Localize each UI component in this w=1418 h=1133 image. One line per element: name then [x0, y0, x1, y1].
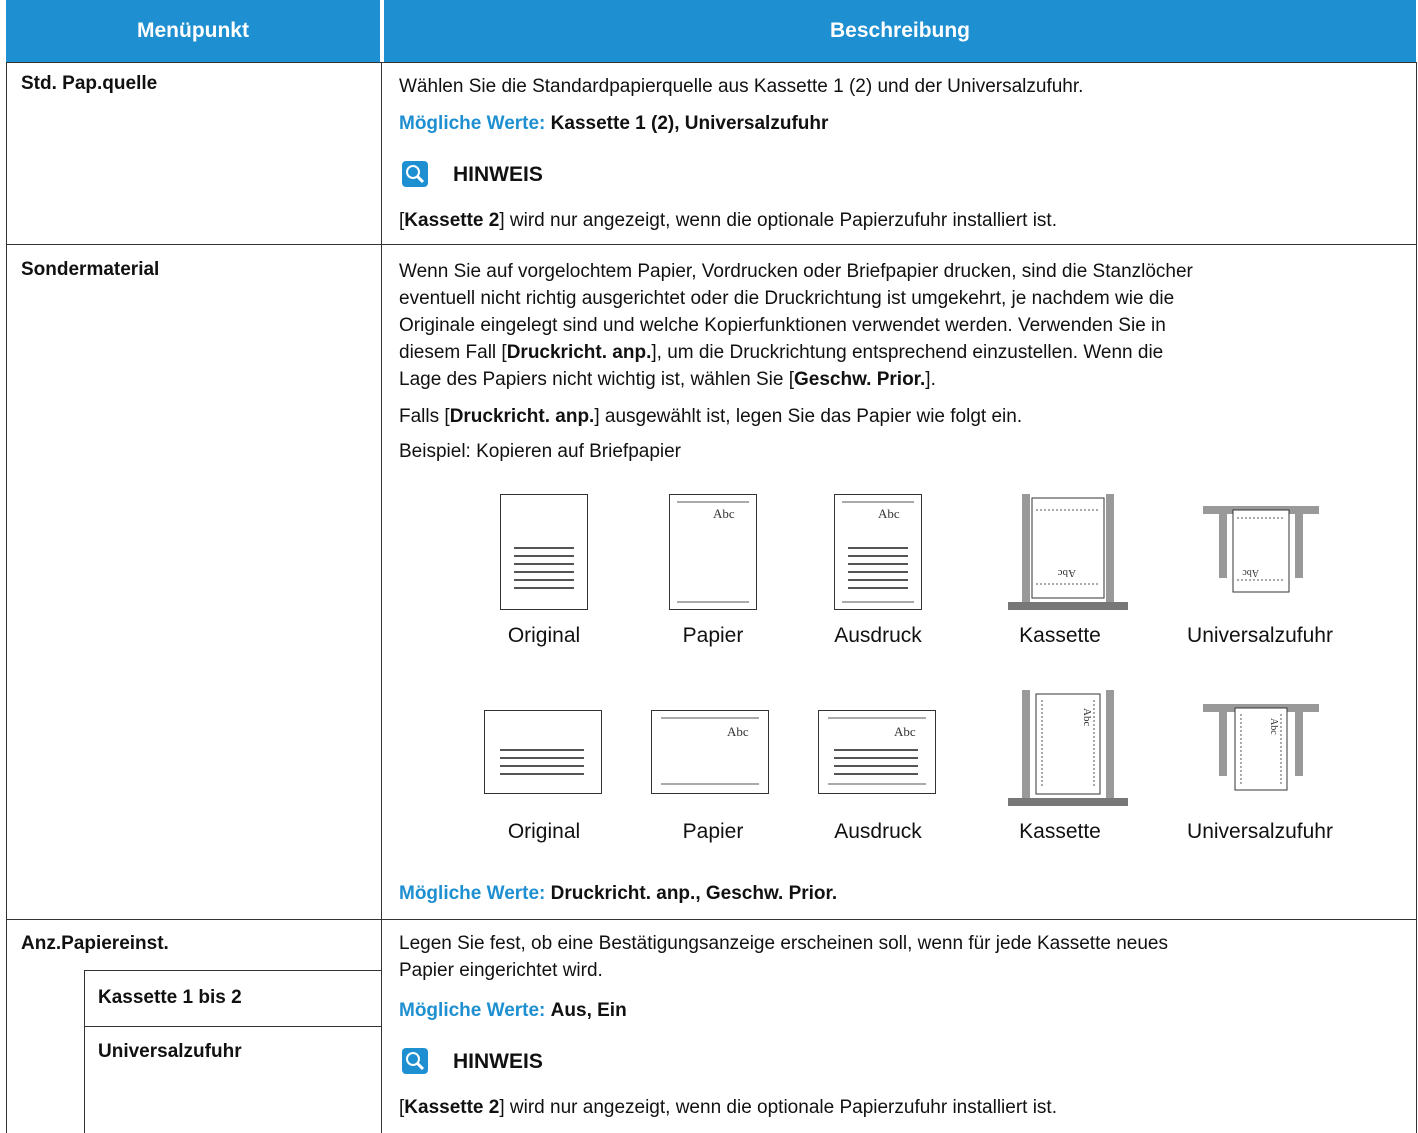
menu-item-sondermaterial: Sondermaterial — [21, 259, 160, 280]
column-divider — [381, 62, 382, 1133]
note-title: HINWEIS — [453, 1050, 543, 1073]
mp-tray-portrait-figure: Abc — [1203, 506, 1319, 593]
description-line: Originale eingelegt sind und welche Kopi… — [399, 315, 1166, 336]
caption-kassette: Kassette — [1019, 624, 1101, 647]
cassette-landscape-figure: Abc — [1008, 690, 1128, 806]
values-text: Kassette 1 (2), Universalzufuhr — [550, 113, 829, 134]
caption-kassette: Kassette — [1019, 820, 1101, 843]
description-line: Legen Sie fest, ob eine Bestätigungsanze… — [399, 933, 1168, 954]
note-text: [Kassette 2] wird nur angezeigt, wenn di… — [399, 1097, 1057, 1118]
description-line: Lage des Papiers nicht wichtig ist, wähl… — [399, 369, 936, 390]
menu-item-std-pap-quelle: Std. Pap.quelle — [21, 73, 158, 94]
border-right — [1416, 62, 1417, 1133]
header-description: Beschreibung — [384, 0, 1416, 62]
caption-universalzufuhr: Universalzufuhr — [1187, 820, 1333, 843]
printout-landscape-figure: Abc — [818, 710, 936, 794]
printout-portrait-figure: Abc — [834, 494, 922, 610]
svg-text:Abc: Abc — [1081, 708, 1093, 726]
paper-portrait-figure: Abc — [669, 494, 757, 610]
svg-text:Abc: Abc — [878, 506, 900, 521]
example-caption: Beispiel: Kopieren auf Briefpapier — [399, 441, 682, 462]
description-line: Falls [Druckricht. anp.] ausgewählt ist,… — [399, 406, 1023, 427]
paper-landscape-figure: Abc — [651, 710, 769, 794]
caption-ausdruck: Ausdruck — [834, 624, 922, 647]
sub-row-divider — [84, 970, 381, 971]
original-portrait-figure — [500, 494, 588, 610]
note-text: [Kassette 2] wird nur angezeigt, wenn di… — [399, 210, 1057, 231]
row-divider — [6, 244, 1417, 245]
svg-text:Abc: Abc — [894, 724, 916, 739]
border-left — [6, 62, 7, 1133]
caption-universalzufuhr: Universalzufuhr — [1187, 624, 1333, 647]
menu-item-anz-papiereinst: Anz.Papiereinst. — [21, 933, 169, 954]
possible-values: Mögliche Werte: Druckricht. anp., Geschw… — [399, 880, 837, 907]
svg-text:Abc: Abc — [1058, 567, 1076, 579]
submenu-kassette-1-bis-2: Kassette 1 bis 2 — [98, 987, 242, 1008]
values-label: Mögliche Werte: — [399, 113, 546, 134]
row-divider — [6, 919, 1417, 920]
note-icon — [402, 1048, 428, 1074]
description-line: Wenn Sie auf vorgelochtem Papier, Vordru… — [399, 261, 1193, 282]
submenu-universalzufuhr: Universalzufuhr — [98, 1041, 242, 1062]
sub-row-divider — [84, 1026, 381, 1027]
svg-text:Abc: Abc — [1268, 718, 1279, 735]
values-label: Mögliche Werte: — [399, 1000, 546, 1021]
description-line: diesem Fall [Druckricht. anp.], um die D… — [399, 342, 1164, 363]
note-icon — [402, 161, 428, 187]
abc-mark: Abc — [713, 506, 735, 521]
description-line: eventuell nicht richtig ausgerichtet ode… — [399, 288, 1175, 309]
header-menu: Menüpunkt — [6, 0, 380, 62]
svg-text:Abc: Abc — [1242, 567, 1259, 578]
description-line: Papier eingerichtet wird. — [399, 960, 603, 981]
values-text: Aus, Ein — [550, 1000, 627, 1021]
caption-ausdruck: Ausdruck — [834, 820, 922, 843]
original-landscape-figure — [484, 710, 602, 794]
mp-tray-landscape-figure: Abc — [1203, 704, 1319, 791]
svg-text:Abc: Abc — [727, 724, 749, 739]
description-text: Wählen Sie die Standardpapierquelle aus … — [399, 76, 1084, 97]
note-title: HINWEIS — [453, 163, 543, 186]
sub-indent-line — [84, 970, 85, 1133]
cassette-portrait-figure: Abc — [1008, 494, 1128, 610]
values-label: Mögliche Werte: — [399, 883, 546, 904]
values-text: Druckricht. anp., Geschw. Prior. — [550, 883, 838, 904]
possible-values: Mögliche Werte: Aus, Ein — [399, 997, 627, 1024]
possible-values: Mögliche Werte: Kassette 1 (2), Universa… — [399, 110, 828, 137]
row-divider — [6, 62, 1417, 63]
